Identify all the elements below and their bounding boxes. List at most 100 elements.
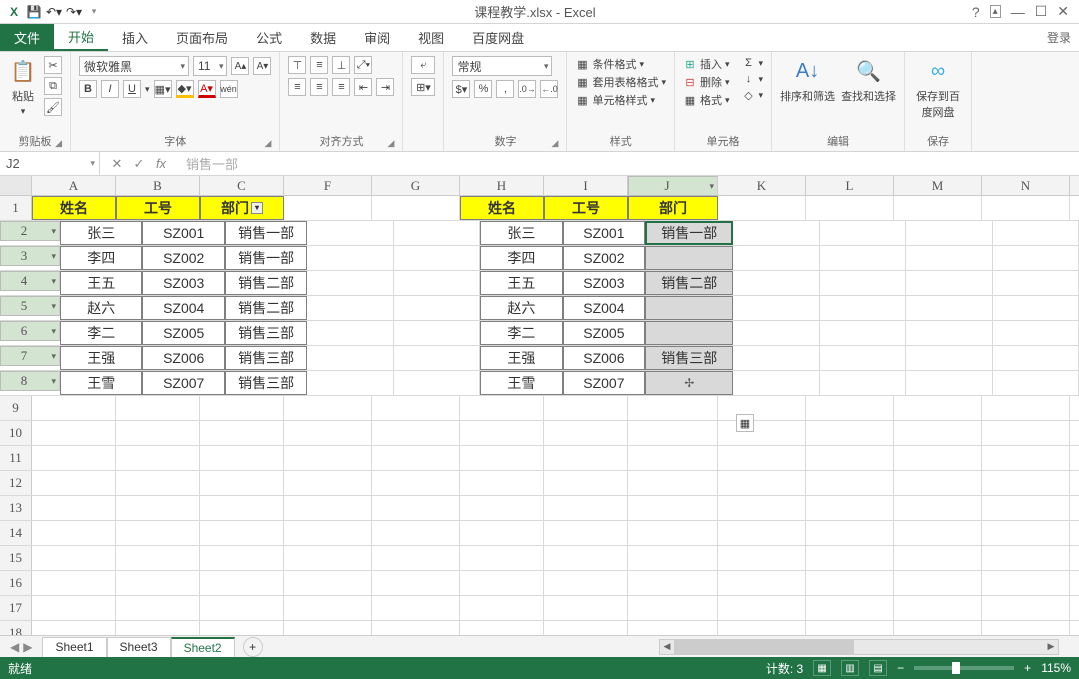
bold-button[interactable]: B bbox=[79, 80, 97, 98]
name-box[interactable]: J2 bbox=[0, 152, 100, 175]
number-format-select[interactable]: 常规 bbox=[452, 56, 552, 76]
dec-decimal-icon[interactable]: ←.0 bbox=[540, 80, 558, 98]
cell-H16[interactable] bbox=[460, 571, 544, 595]
tab-layout[interactable]: 页面布局 bbox=[162, 24, 242, 51]
cell-I7[interactable]: SZ006 bbox=[563, 346, 645, 370]
cell-J12[interactable] bbox=[628, 471, 718, 495]
cell-C1[interactable]: 部门▾ bbox=[200, 196, 284, 220]
cell-H13[interactable] bbox=[460, 496, 544, 520]
cell-K15[interactable] bbox=[718, 546, 806, 570]
cell-I11[interactable] bbox=[544, 446, 628, 470]
autosum-button[interactable]: Σ▾ bbox=[742, 56, 764, 70]
cell-J9[interactable] bbox=[628, 396, 718, 420]
cell-C14[interactable] bbox=[200, 521, 284, 545]
copy-icon[interactable]: ⧉ bbox=[44, 77, 62, 95]
col-header-K[interactable]: K bbox=[718, 176, 806, 195]
cell-M17[interactable] bbox=[894, 596, 982, 620]
align-center-icon[interactable]: ≡ bbox=[310, 78, 328, 96]
cell-N12[interactable] bbox=[982, 471, 1070, 495]
sheet-next-icon[interactable]: ▶ bbox=[23, 640, 32, 654]
cell-L10[interactable] bbox=[806, 421, 894, 445]
clear-button[interactable]: ◇▾ bbox=[742, 88, 764, 102]
cell-M16[interactable] bbox=[894, 571, 982, 595]
align-middle-icon[interactable]: ≡ bbox=[310, 56, 328, 74]
cell-C9[interactable] bbox=[200, 396, 284, 420]
underline-button[interactable]: U bbox=[123, 80, 141, 98]
cell-J18[interactable] bbox=[628, 621, 718, 635]
align-launcher-icon[interactable]: ◢ bbox=[388, 138, 395, 149]
tab-insert[interactable]: 插入 bbox=[108, 24, 162, 51]
cell-I13[interactable] bbox=[544, 496, 628, 520]
col-header-M[interactable]: M bbox=[894, 176, 982, 195]
cell-K16[interactable] bbox=[718, 571, 806, 595]
cell-I1[interactable]: 工号 bbox=[544, 196, 628, 220]
font-size-select[interactable]: 11 bbox=[193, 56, 227, 76]
cell-J3[interactable] bbox=[645, 246, 733, 270]
border-icon[interactable]: ▦▾ bbox=[154, 80, 172, 98]
cell-M5[interactable] bbox=[906, 296, 992, 320]
zoom-out-icon[interactable]: − bbox=[897, 661, 904, 675]
row-header-16[interactable]: 16 bbox=[0, 571, 32, 595]
cell-F14[interactable] bbox=[284, 521, 372, 545]
cell-B12[interactable] bbox=[116, 471, 200, 495]
cell-G2[interactable] bbox=[394, 221, 480, 245]
login-link[interactable]: 登录 bbox=[1039, 24, 1079, 51]
cell-L17[interactable] bbox=[806, 596, 894, 620]
font-name-select[interactable]: 微软雅黑 bbox=[79, 56, 189, 76]
cell-B6[interactable]: SZ005 bbox=[142, 321, 224, 345]
view-pagebreak-icon[interactable]: ▤ bbox=[869, 660, 887, 676]
row-header-1[interactable]: 1 bbox=[0, 196, 32, 220]
cell-A16[interactable] bbox=[32, 571, 116, 595]
cell-C4[interactable]: 销售二部 bbox=[225, 271, 307, 295]
cell-H14[interactable] bbox=[460, 521, 544, 545]
cell-J4[interactable]: 销售二部 bbox=[645, 271, 733, 295]
number-launcher-icon[interactable]: ◢ bbox=[552, 138, 559, 149]
cell-H3[interactable]: 李四 bbox=[480, 246, 562, 270]
cell-J7[interactable]: 销售三部 bbox=[645, 346, 733, 370]
cell-J1[interactable]: 部门 bbox=[628, 196, 718, 220]
sheet-tab-Sheet1[interactable]: Sheet1 bbox=[42, 637, 106, 657]
cell-B1[interactable]: 工号 bbox=[116, 196, 200, 220]
row-header-18[interactable]: 18 bbox=[0, 621, 32, 635]
cell-G8[interactable] bbox=[394, 371, 480, 395]
sort-filter-button[interactable]: A↓排序和筛选 bbox=[780, 56, 835, 104]
cell-M14[interactable] bbox=[894, 521, 982, 545]
qa-customize-icon[interactable]: ▾ bbox=[86, 4, 102, 20]
cell-styles-button[interactable]: ▦单元格样式▾ bbox=[575, 92, 666, 108]
row-header-11[interactable]: 11 bbox=[0, 446, 32, 470]
cell-F2[interactable] bbox=[307, 221, 393, 245]
format-painter-icon[interactable]: 🖌 bbox=[44, 98, 62, 116]
cell-B18[interactable] bbox=[116, 621, 200, 635]
cell-K17[interactable] bbox=[718, 596, 806, 620]
cell-J8[interactable]: ✢ bbox=[645, 371, 733, 395]
cell-A13[interactable] bbox=[32, 496, 116, 520]
cell-C3[interactable]: 销售一部 bbox=[225, 246, 307, 270]
cell-B3[interactable]: SZ002 bbox=[142, 246, 224, 270]
cell-C2[interactable]: 销售一部 bbox=[225, 221, 307, 245]
cell-K3[interactable] bbox=[733, 246, 819, 270]
tab-home[interactable]: 开始 bbox=[54, 24, 108, 51]
cell-C10[interactable] bbox=[200, 421, 284, 445]
cell-C5[interactable]: 销售二部 bbox=[225, 296, 307, 320]
row-header-12[interactable]: 12 bbox=[0, 471, 32, 495]
cell-I12[interactable] bbox=[544, 471, 628, 495]
cell-N6[interactable] bbox=[993, 321, 1079, 345]
tab-data[interactable]: 数据 bbox=[296, 24, 350, 51]
cell-K6[interactable] bbox=[733, 321, 819, 345]
percent-icon[interactable]: % bbox=[474, 80, 492, 98]
cell-N2[interactable] bbox=[993, 221, 1079, 245]
cell-M1[interactable] bbox=[894, 196, 982, 220]
cell-K18[interactable] bbox=[718, 621, 806, 635]
enter-formula-icon[interactable]: ✓ bbox=[132, 156, 146, 172]
cell-I6[interactable]: SZ005 bbox=[563, 321, 645, 345]
row-header-4[interactable]: 4 bbox=[0, 271, 60, 291]
cell-B8[interactable]: SZ007 bbox=[142, 371, 224, 395]
close-icon[interactable]: ✕ bbox=[1057, 3, 1069, 20]
cell-A8[interactable]: 王雪 bbox=[60, 371, 142, 395]
fx-icon[interactable]: fx bbox=[154, 156, 168, 171]
undo-icon[interactable]: ↶▾ bbox=[46, 4, 62, 20]
select-all-corner[interactable] bbox=[0, 176, 32, 195]
decrease-font-icon[interactable]: A▾ bbox=[253, 57, 271, 75]
cell-N10[interactable] bbox=[982, 421, 1070, 445]
cell-J16[interactable] bbox=[628, 571, 718, 595]
